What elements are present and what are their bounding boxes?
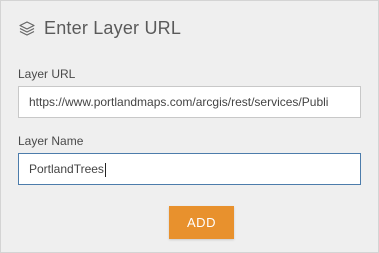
- layers-icon: [18, 20, 36, 38]
- panel-header: Enter Layer URL: [18, 18, 181, 39]
- layer-url-input[interactable]: https://www.portlandmaps.com/arcgis/rest…: [18, 86, 361, 118]
- layer-url-label: Layer URL: [18, 67, 76, 81]
- panel-title: Enter Layer URL: [44, 18, 182, 38]
- layer-url-value: https://www.portlandmaps.com/arcgis/rest…: [29, 95, 329, 109]
- layer-name-value: PortlandTrees: [29, 162, 104, 176]
- text-caret: [104, 162, 106, 177]
- enter-layer-url-panel: Enter Layer URL Layer URL https://www.po…: [0, 0, 379, 253]
- layer-name-input[interactable]: PortlandTrees: [18, 153, 361, 185]
- layer-name-label: Layer Name: [18, 134, 84, 148]
- add-button[interactable]: ADD: [169, 206, 234, 239]
